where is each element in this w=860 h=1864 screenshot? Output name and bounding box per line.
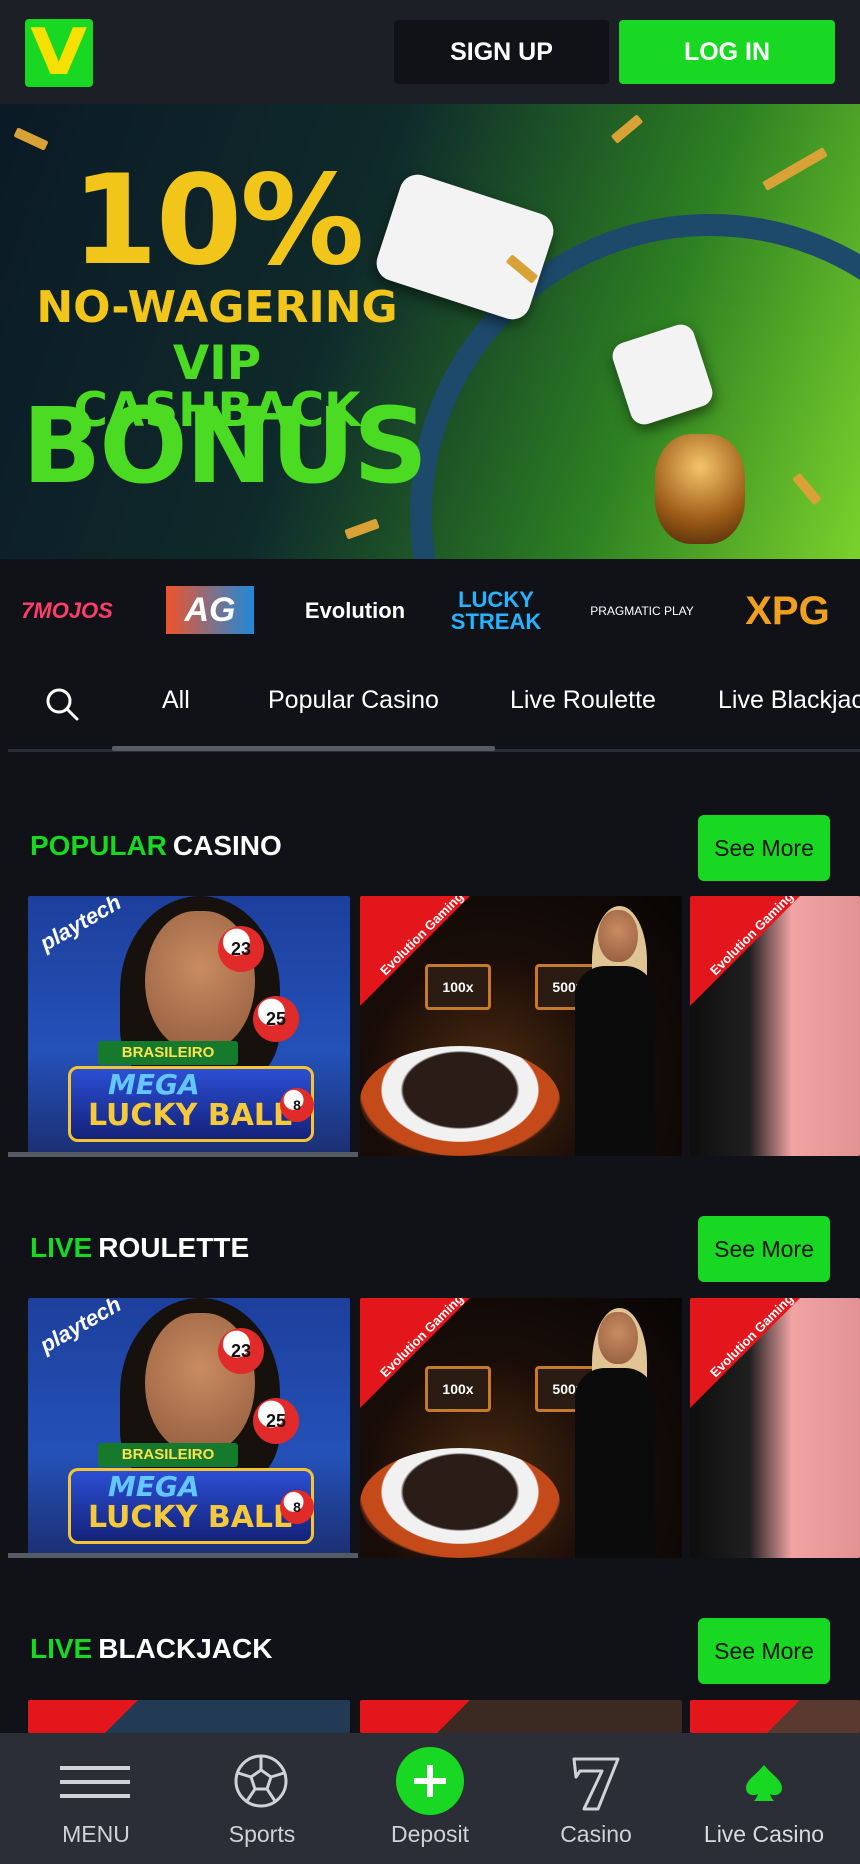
banner-headline-bonus: BONUS bbox=[22, 385, 428, 507]
game-card-mega-fire-blaze[interactable]: playtech 23 25 BRASILEIRO MEGA LUCKY BAL… bbox=[28, 896, 350, 1156]
multiplier-badge: 100x bbox=[425, 1366, 491, 1412]
nav-menu[interactable]: MENU bbox=[10, 1733, 182, 1864]
scroll-track bbox=[8, 1553, 358, 1558]
dealer-body bbox=[575, 966, 655, 1156]
nav-label: MENU bbox=[62, 1821, 130, 1847]
roulette-wheel-image bbox=[360, 1448, 560, 1558]
see-more-button[interactable]: See More bbox=[698, 1618, 830, 1684]
bingo-ball: 8 bbox=[280, 1088, 314, 1122]
card-subtitle: BRASILEIRO bbox=[98, 1443, 238, 1467]
banner-headline-percent: 10% bbox=[71, 149, 365, 293]
spade-icon bbox=[746, 1765, 782, 1801]
multiplier-badge: 100x bbox=[425, 964, 491, 1010]
tab-scroll-indicator[interactable] bbox=[112, 746, 495, 751]
provider-logo-ag[interactable]: AG bbox=[166, 586, 254, 634]
game-card-evolution-lightning[interactable]: Evolution Gaming bbox=[690, 1298, 860, 1558]
scroll-track bbox=[8, 1152, 358, 1157]
tab-live-roulette[interactable]: Live Roulette bbox=[510, 686, 656, 715]
provider-logo-xpg[interactable]: XPG bbox=[730, 582, 845, 640]
bingo-ball: 25 bbox=[253, 996, 299, 1042]
section-title-live-blackjack: LIVE BLACKJACK bbox=[30, 1633, 272, 1665]
provider-ribbon bbox=[690, 1298, 800, 1408]
provider-logo-7mojos[interactable]: 7MOJOS bbox=[12, 582, 122, 640]
card-subtitle: BRASILEIRO bbox=[98, 1041, 238, 1065]
confetti bbox=[610, 114, 644, 144]
promo-banner[interactable]: 10% NO-WAGERING VIP CASHBACK BONUS bbox=[0, 104, 860, 559]
dealer-image bbox=[598, 1312, 638, 1364]
roulette-hub bbox=[655, 434, 745, 544]
provider-logo-pragmatic-play[interactable]: PRAGMATIC PLAY bbox=[586, 582, 698, 640]
dealer-body bbox=[575, 1368, 655, 1558]
provider-logo-lucky-streak[interactable]: LUCKY STREAK bbox=[450, 582, 542, 640]
bingo-ball: 8 bbox=[280, 1490, 314, 1524]
confetti bbox=[344, 518, 380, 540]
section-title-text: BLACKJACK bbox=[98, 1633, 273, 1664]
provider-ribbon bbox=[690, 1700, 800, 1733]
soccer-ball-icon bbox=[234, 1754, 288, 1808]
game-card-evolution-roulette[interactable]: Evolution Gaming 100x 500x bbox=[360, 1298, 682, 1558]
site-logo[interactable]: V bbox=[25, 19, 93, 87]
nav-label: Casino bbox=[560, 1821, 632, 1847]
tab-live-blackjack[interactable]: Live Blackjack bbox=[718, 686, 860, 715]
nav-label: Live Casino bbox=[703, 1821, 825, 1847]
nav-label: Sports bbox=[228, 1821, 296, 1847]
game-logo-mega: MEGA bbox=[108, 1470, 200, 1503]
game-card-mega-fire-blaze[interactable]: playtech 23 25 BRASILEIRO MEGA LUCKY BAL… bbox=[28, 1298, 350, 1558]
search-icon[interactable] bbox=[44, 686, 80, 722]
provider-ribbon bbox=[28, 1700, 138, 1733]
nav-casino[interactable]: Casino bbox=[510, 1733, 682, 1864]
section-title-accent: LIVE bbox=[30, 1633, 93, 1664]
game-logo-mega: MEGA bbox=[108, 1068, 200, 1101]
roulette-wheel-image bbox=[360, 1046, 560, 1156]
see-more-button[interactable]: See More bbox=[698, 815, 830, 881]
plus-icon bbox=[396, 1747, 464, 1815]
bingo-ball: 25 bbox=[253, 1398, 299, 1444]
tab-popular-casino[interactable]: Popular Casino bbox=[268, 686, 439, 715]
nav-deposit[interactable]: Deposit bbox=[344, 1733, 516, 1864]
banner-headline-wagering: NO-WAGERING bbox=[36, 282, 398, 333]
section-title-accent: POPULAR bbox=[30, 830, 167, 861]
game-card-blackjack[interactable] bbox=[360, 1700, 682, 1733]
sign-up-button[interactable]: SIGN UP bbox=[394, 20, 609, 84]
tab-all[interactable]: All bbox=[162, 686, 190, 715]
seven-icon bbox=[572, 1757, 620, 1811]
nav-sports[interactable]: Sports bbox=[176, 1733, 348, 1864]
bingo-ball: 23 bbox=[218, 1328, 264, 1374]
game-logo-lucky-ball: LUCKY BALL bbox=[88, 1500, 293, 1535]
logo-letter: V bbox=[30, 16, 88, 90]
bingo-ball: 23 bbox=[218, 926, 264, 972]
section-title-accent: LIVE bbox=[30, 1232, 93, 1263]
dealer-image bbox=[598, 910, 638, 962]
game-card-blackjack[interactable] bbox=[28, 1700, 350, 1733]
log-in-button[interactable]: LOG IN bbox=[619, 20, 835, 84]
menu-icon bbox=[60, 1766, 130, 1798]
provider-logo-evolution[interactable]: Evolution bbox=[296, 582, 414, 640]
section-title-text: CASINO bbox=[172, 830, 282, 861]
see-more-button[interactable]: See More bbox=[698, 1216, 830, 1282]
provider-ribbon bbox=[690, 896, 800, 1006]
confetti bbox=[762, 147, 828, 191]
confetti bbox=[13, 127, 49, 151]
section-title-popular-casino: POPULAR CASINO bbox=[30, 830, 282, 862]
playtech-logo: playtech bbox=[35, 1298, 126, 1358]
game-card-blackjack[interactable] bbox=[690, 1700, 860, 1733]
nav-live-casino[interactable]: Live Casino bbox=[678, 1733, 850, 1864]
playtech-logo: playtech bbox=[35, 896, 126, 956]
section-title-live-roulette: LIVE ROULETTE bbox=[30, 1232, 249, 1264]
game-card-evolution-lightning[interactable]: Evolution Gaming bbox=[690, 896, 860, 1156]
game-logo-lucky-ball: LUCKY BALL bbox=[88, 1098, 293, 1133]
nav-label: Deposit bbox=[391, 1821, 469, 1847]
provider-ribbon bbox=[360, 1700, 470, 1733]
game-card-evolution-roulette[interactable]: Evolution Gaming 100x 500x bbox=[360, 896, 682, 1156]
section-title-text: ROULETTE bbox=[98, 1232, 250, 1263]
